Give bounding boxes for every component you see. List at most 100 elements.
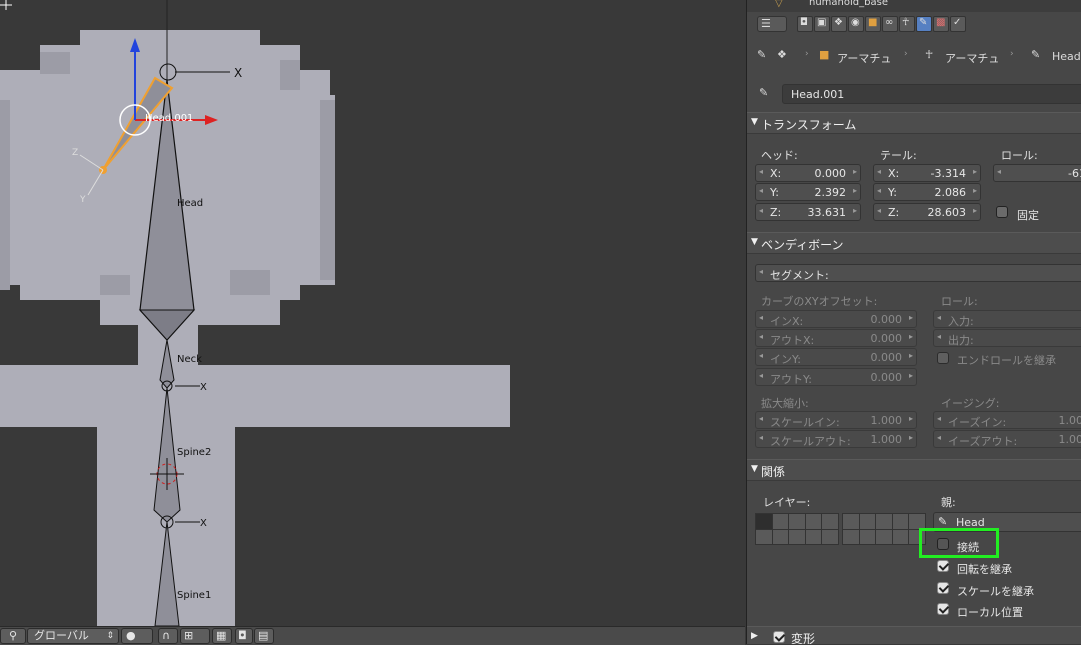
roll-field[interactable]: ◂-61 [993, 164, 1081, 182]
inherit-rotation-checkbox[interactable] [937, 560, 949, 572]
tab-bone-constraints[interactable]: ▩ [933, 16, 949, 32]
axis-label-z: Z [72, 148, 78, 158]
head-x-field[interactable]: ◂ X: 0.000 ▸ [755, 164, 861, 182]
local-location-label: ローカル位置 [957, 606, 1023, 619]
chevron-right-icon: › [904, 49, 908, 59]
inherit-scale-label: スケールを継承 [957, 585, 1034, 598]
tab-constraints[interactable]: ∞ [882, 16, 898, 32]
tab-layers[interactable]: ▣ [814, 16, 830, 32]
tab-render[interactable]: ◘ [797, 16, 813, 32]
relations-panel-header[interactable]: ▼ 関係 [747, 459, 1081, 481]
arrow-left-icon: ◂ [759, 167, 764, 176]
render-camera-button[interactable]: ◘ [235, 628, 253, 644]
bendy-bones-panel-title: ベンディボーン [761, 238, 844, 252]
tab-object[interactable]: ■ [865, 16, 881, 32]
segments-field[interactable]: ◂ セグメント: [755, 264, 1081, 282]
snap-element-dropdown[interactable]: ⊞ [180, 628, 210, 644]
bendy-roll-label: ロール: [941, 295, 978, 308]
corner-crosshair-icon [0, 0, 12, 10]
arrow-left-icon: ◂ [877, 167, 882, 176]
scale-label: 拡大縮小: [761, 397, 809, 410]
tab-scene[interactable]: ❖ [831, 16, 847, 32]
in-x-field[interactable]: ◂ インX: 0.000 ▸ [755, 310, 917, 328]
render-anim-button[interactable]: ▤ [254, 628, 274, 644]
out-y-field[interactable]: ◂ アウトY: 0.000 ▸ [755, 368, 917, 386]
file-tab-label[interactable]: humanoid_base [809, 0, 888, 8]
ease-out-field[interactable]: ◂イーズアウト:1.000 [933, 430, 1081, 448]
ease-in-field[interactable]: ◂イーズイン:1.000 [933, 411, 1081, 429]
scale-in-field[interactable]: ◂ スケールイン: 1.000 ▸ [755, 411, 917, 429]
3d-viewport[interactable]: Head.001 Head Neck Spine2 Spine1 X X X Z… [0, 0, 745, 626]
snap-toggle[interactable]: ∩ [158, 628, 178, 644]
bone-icon: ✎ [1031, 48, 1041, 61]
snap-target-button[interactable]: ▦ [212, 628, 232, 644]
inherit-end-roll-label: エンドロールを継承 [957, 354, 1056, 367]
lock-checkbox[interactable] [996, 206, 1008, 218]
arrow-right-icon: ▸ [972, 206, 977, 215]
pin-icon[interactable]: ✎ [757, 48, 766, 61]
tail-z-field[interactable]: ◂ Z: 28.603 ▸ [873, 203, 981, 221]
connected-label: 接続 [957, 541, 979, 554]
layer-grid-left[interactable] [755, 513, 839, 545]
layers-icon: ▣ [817, 17, 827, 28]
connected-checkbox[interactable] [937, 538, 949, 550]
tail-x-field[interactable]: ◂ X: -3.314 ▸ [873, 164, 981, 182]
roll-in-field[interactable]: ◂入力:0 [933, 310, 1081, 328]
scene-icon: ❖ [834, 17, 843, 28]
deform-panel-header[interactable]: ▶ 変形 [747, 626, 1081, 644]
properties-editor: ▽ humanoid_base ☰ ◘ ▣ ❖ ◉ ■ ∞ ☥ ✎ ▩ ✓ ✎ … [746, 0, 1081, 644]
bone-label-spine2: Spine2 [177, 447, 211, 458]
head-z-field[interactable]: ◂ Z: 33.631 ▸ [755, 203, 861, 221]
out-x-field[interactable]: ◂ アウトX: 0.000 ▸ [755, 329, 917, 347]
head-label: ヘッド: [761, 149, 798, 162]
transform-panel-header[interactable]: ▼ トランスフォーム [747, 112, 1081, 134]
tail-label: テール: [880, 149, 917, 162]
head-y-field[interactable]: ◂ Y: 2.392 ▸ [755, 183, 861, 201]
triangle-down-icon: ▼ [751, 117, 758, 127]
bone-icon: ✎ [759, 86, 769, 99]
bone-label-neck: Neck [177, 354, 202, 365]
scale-out-field[interactable]: ◂ スケールアウト: 1.000 ▸ [755, 430, 917, 448]
local-location-checkbox[interactable] [937, 603, 949, 615]
arrow-right-icon: ▸ [972, 186, 977, 195]
tab-world[interactable]: ◉ [848, 16, 864, 32]
pivot-button[interactable]: ⚲ [0, 628, 26, 644]
arrow-left-icon: ◂ [759, 186, 764, 195]
editor-type-dropdown[interactable]: ☰ [757, 16, 787, 32]
inherit-end-roll-checkbox[interactable] [937, 352, 949, 364]
cube-icon: ■ [868, 17, 878, 28]
breadcrumb: ✎ ❖ › ■ アーマチュ › ☥ アーマチュ › ✎ Head. [747, 44, 1081, 68]
properties-icon: ☰ [761, 17, 771, 30]
arrow-left-icon: ◂ [759, 267, 764, 276]
in-y-field[interactable]: ◂ インY: 0.000 ▸ [755, 348, 917, 366]
layer-grid-right[interactable] [842, 513, 926, 545]
mesh-icon: ▽ [775, 0, 783, 9]
tab-physics[interactable]: ✓ [950, 16, 966, 32]
cube-icon: ■ [819, 48, 830, 61]
chain-icon: ∞ [885, 17, 894, 28]
tab-bone[interactable]: ✎ [916, 16, 932, 32]
tail-y-field[interactable]: ◂ Y: 2.086 ▸ [873, 183, 981, 201]
orientation-dropdown[interactable]: グローバル ⇕ [27, 628, 119, 644]
deform-checkbox[interactable] [773, 631, 785, 643]
world-icon: ◉ [851, 17, 860, 28]
chevron-right-icon: › [1010, 49, 1014, 59]
shoulder-mesh [0, 365, 510, 427]
viewport-header: ⚲ グローバル ⇕ ● ∩ ⊞ ▦ ◘ ▤ [0, 626, 745, 645]
checker-icon: ▩ [936, 17, 946, 28]
breadcrumb-item-armature: アーマチュ [945, 52, 1000, 65]
orientation-label: グローバル [34, 629, 89, 642]
bendy-bones-panel-header[interactable]: ▼ ベンディボーン [747, 232, 1081, 254]
bone-name-field[interactable]: Head.001 [782, 84, 1081, 104]
axis-label-y: Y [79, 195, 86, 205]
viewport-canvas[interactable]: Head.001 Head Neck Spine2 Spine1 X X X Z… [0, 0, 745, 626]
roll-out-field[interactable]: ◂出力:0 [933, 329, 1081, 347]
bone-icon: ✎ [938, 515, 948, 528]
tab-data[interactable]: ☥ [899, 16, 915, 32]
proportional-edit-button[interactable]: ● [121, 628, 153, 644]
arrow-left-icon: ◂ [759, 206, 764, 215]
curve-offset-label: カーブのXYオフセット: [761, 295, 878, 308]
inherit-scale-checkbox[interactable] [937, 582, 949, 594]
breadcrumb-item-bone: Head. [1052, 50, 1081, 63]
triangle-down-icon: ▼ [751, 237, 758, 247]
